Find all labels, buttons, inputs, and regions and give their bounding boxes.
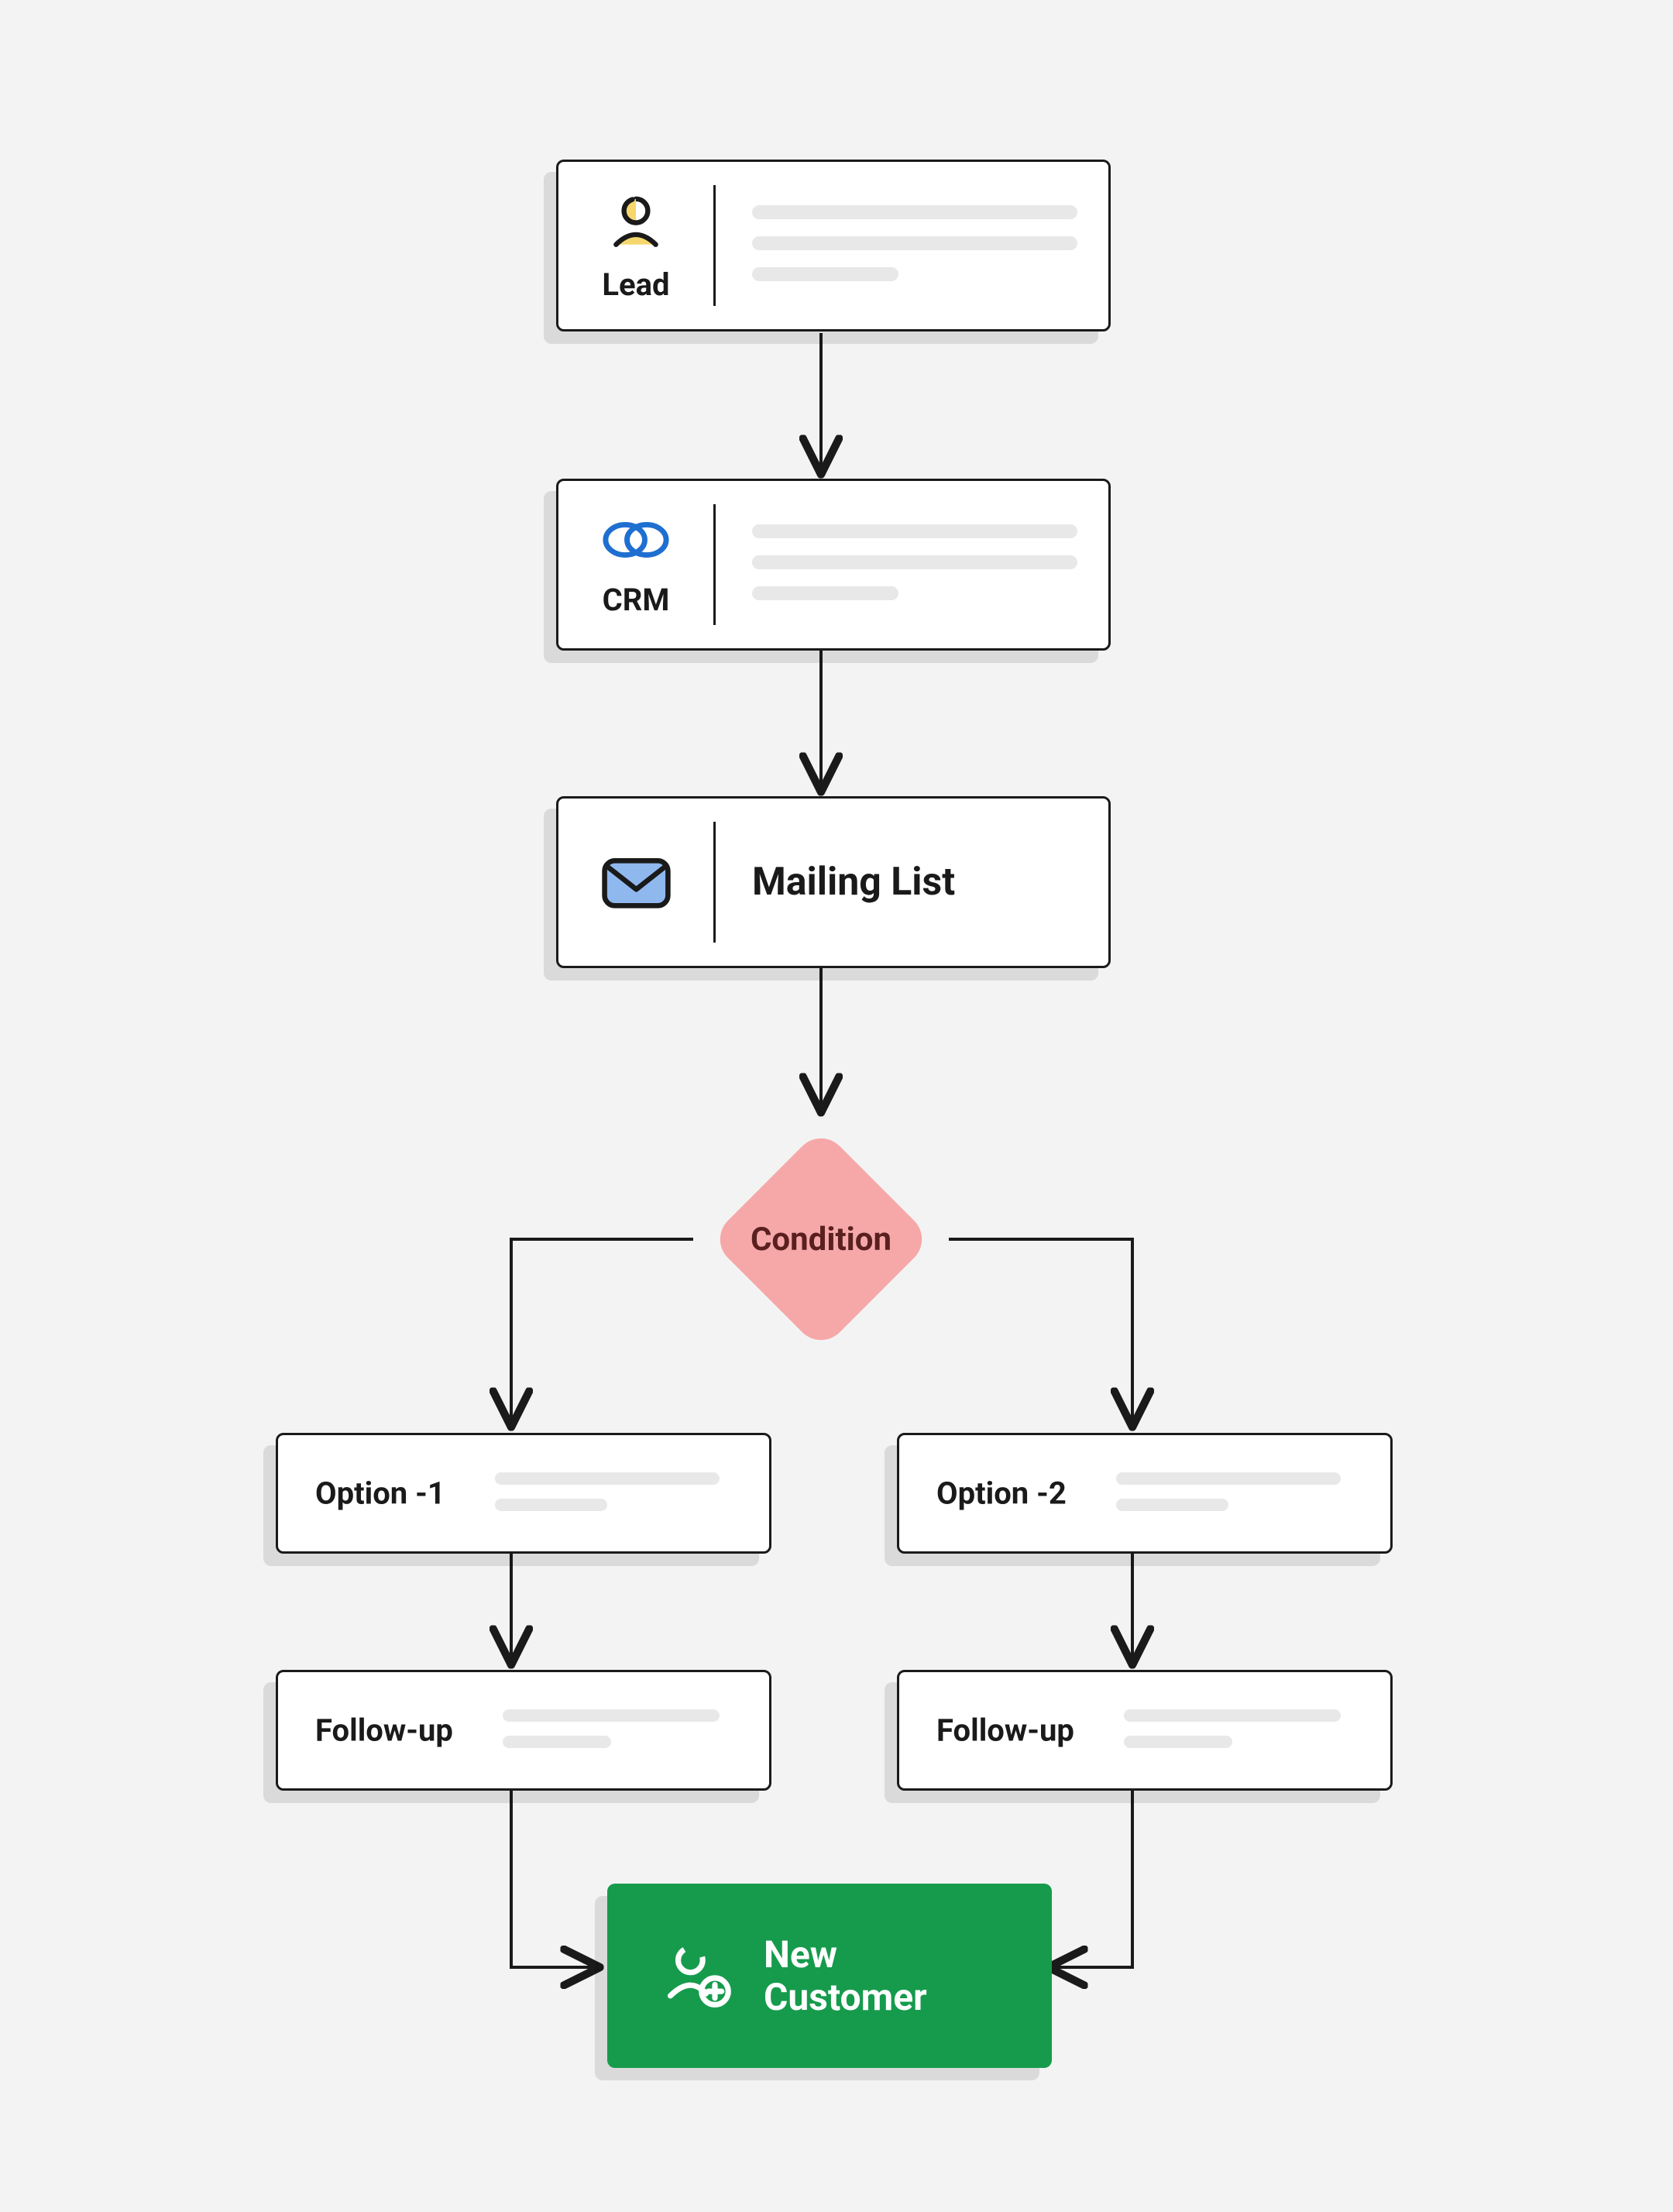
option-2-node: Option -2 — [897, 1433, 1393, 1554]
skeleton-line — [752, 555, 1077, 569]
option-2-label: Option -2 — [936, 1475, 1067, 1512]
option-1-node: Option -1 — [276, 1433, 771, 1554]
new-customer-label-line1: New — [764, 1933, 927, 1976]
skeleton-line — [1124, 1709, 1341, 1722]
skeleton-line — [752, 524, 1077, 538]
lead-label: Lead — [602, 266, 669, 303]
mailing-icon-col — [558, 799, 713, 966]
lead-node: Lead — [556, 160, 1111, 331]
option-1-skeleton — [495, 1472, 720, 1511]
followup-right-node: Follow-up — [897, 1670, 1393, 1791]
link-chain-icon — [600, 512, 672, 568]
skeleton-line — [1124, 1736, 1232, 1748]
option-1-label: Option -1 — [315, 1475, 445, 1512]
mail-icon — [599, 852, 673, 912]
followup-left-node: Follow-up — [276, 1670, 771, 1791]
skeleton-line — [503, 1709, 720, 1722]
skeleton-line — [495, 1499, 607, 1511]
mailing-divider — [713, 822, 716, 943]
skeleton-line — [1116, 1499, 1228, 1511]
new-customer-label-line2: Customer — [764, 1976, 927, 2018]
skeleton-line — [495, 1472, 720, 1485]
skeleton-line — [1116, 1472, 1341, 1485]
skeleton-line — [503, 1736, 611, 1748]
crm-node: CRM — [556, 479, 1111, 651]
skeleton-line — [752, 205, 1077, 219]
followup-right-label: Follow-up — [936, 1712, 1074, 1749]
crm-skeleton — [752, 524, 1077, 600]
option-2-skeleton — [1116, 1472, 1341, 1511]
skeleton-line — [752, 586, 898, 600]
crm-icon-col: CRM — [558, 481, 713, 648]
crm-divider — [713, 504, 716, 625]
lead-divider — [713, 185, 716, 306]
skeleton-line — [752, 267, 898, 281]
followup-left-skeleton — [503, 1709, 720, 1748]
flowchart: Lead CRM — [0, 0, 1673, 2212]
mailing-list-node: Mailing List — [556, 796, 1111, 968]
person-plus-icon — [661, 1940, 733, 2011]
condition-label: Condition — [682, 1100, 960, 1379]
lead-skeleton — [752, 205, 1077, 281]
skeleton-line — [752, 236, 1077, 250]
lead-icon-col: Lead — [558, 162, 713, 329]
followup-left-label: Follow-up — [315, 1712, 453, 1749]
crm-label: CRM — [603, 582, 670, 618]
new-customer-node: New Customer — [607, 1884, 1052, 2068]
followup-right-skeleton — [1124, 1709, 1341, 1748]
mailing-list-label: Mailing List — [752, 860, 955, 905]
new-customer-label-group: New Customer — [764, 1933, 927, 2018]
person-icon — [604, 189, 668, 252]
